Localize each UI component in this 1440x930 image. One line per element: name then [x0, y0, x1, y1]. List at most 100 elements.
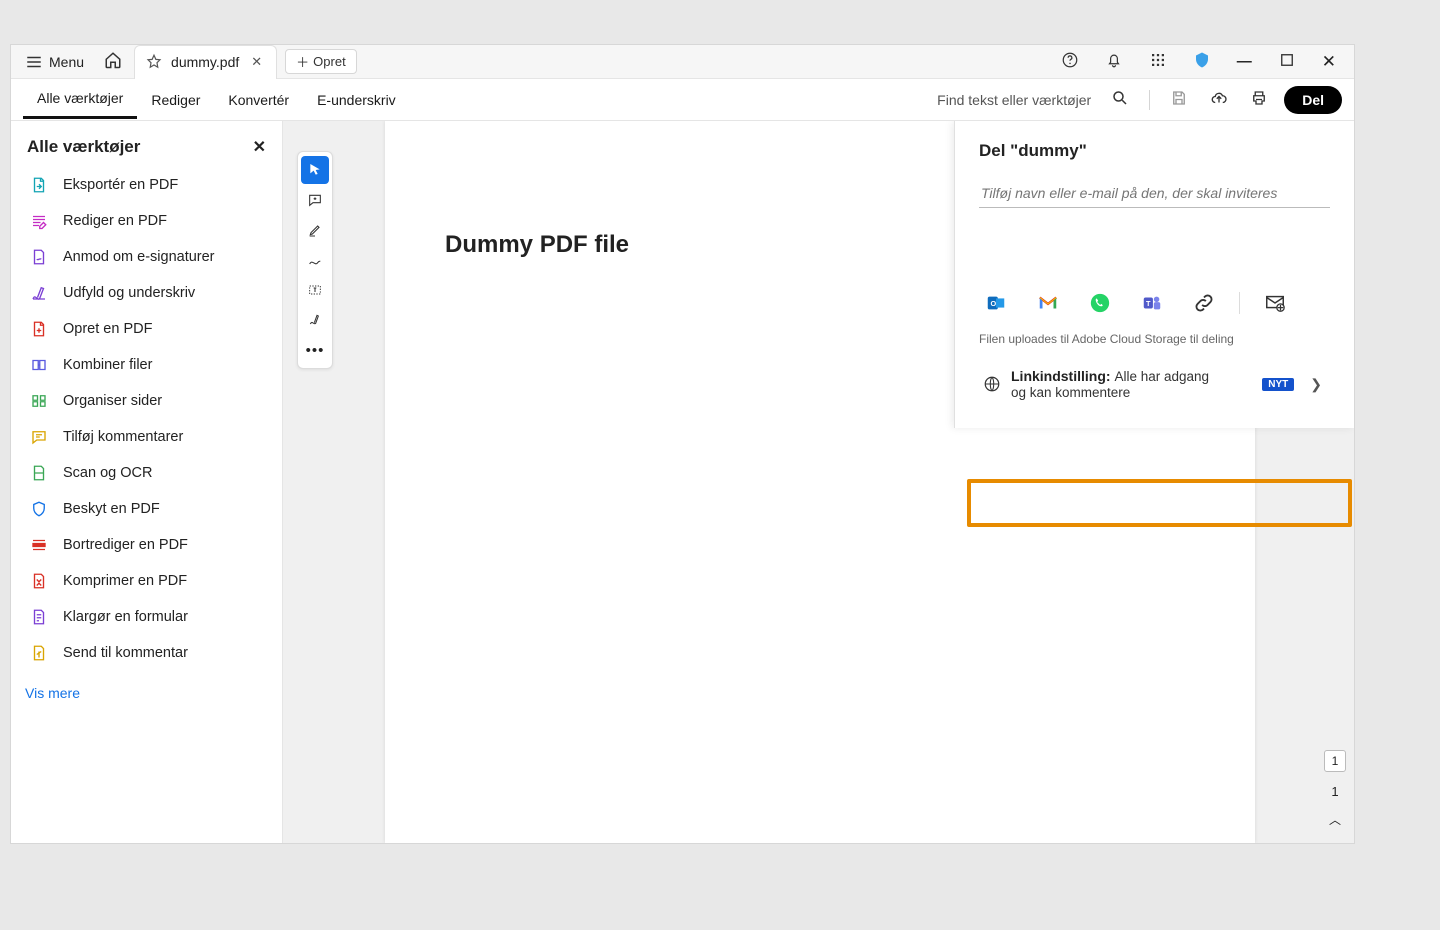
scroll-top-button[interactable]: ︿: [1329, 811, 1341, 828]
vt-more[interactable]: •••: [301, 336, 329, 364]
tool-label: Beskyt en PDF: [63, 501, 160, 517]
search-button[interactable]: [1105, 85, 1135, 114]
teams-icon: T: [1141, 292, 1163, 314]
toolbar-right: Find tekst eller værktøjer Del: [937, 85, 1342, 114]
vt-textbox[interactable]: [301, 276, 329, 304]
note-icon: [307, 192, 323, 208]
gmail-icon: [1037, 292, 1059, 314]
search-label[interactable]: Find tekst eller værktøjer: [937, 92, 1091, 108]
document-tab[interactable]: dummy.pdf ✕: [134, 45, 277, 79]
titlebar-right: — ✕: [1055, 47, 1348, 77]
share-mail-settings[interactable]: [1264, 292, 1286, 314]
maximize-icon: [1278, 51, 1296, 69]
combine-icon: [29, 355, 49, 375]
tool-label: Udfyld og underskriv: [63, 285, 195, 301]
link-setting-text: Linkindstilling: Alle har adgang og kan …: [1011, 368, 1221, 400]
new-tab-button[interactable]: ＋ Opret: [285, 49, 357, 74]
vertical-toolbar: •••: [297, 151, 333, 369]
tool-label: Tilføj kommentarer: [63, 429, 183, 445]
badge-new: NYT: [1262, 378, 1294, 391]
vt-comment[interactable]: [301, 186, 329, 214]
print-icon: [1250, 89, 1268, 107]
tool-create-pdf[interactable]: Opret en PDF: [21, 311, 272, 347]
cloud-upload-icon: [1210, 89, 1228, 107]
chevron-right-icon: ❯: [1310, 376, 1322, 393]
plus-icon: ＋: [296, 52, 309, 71]
tool-send-comment[interactable]: Send til kommentar: [21, 635, 272, 671]
show-more-link[interactable]: Vis mere: [21, 677, 84, 709]
account-button[interactable]: [1187, 47, 1217, 77]
divider: [1149, 90, 1150, 110]
redact-icon: [29, 535, 49, 555]
tool-fill-sign[interactable]: Udfyld og underskriv: [21, 275, 272, 311]
cloud-upload-button[interactable]: [1204, 85, 1234, 114]
share-upload-note: Filen uploades til Adobe Cloud Storage t…: [979, 332, 1330, 346]
home-button[interactable]: [96, 47, 130, 76]
comment-icon: [29, 427, 49, 447]
tool-label: Scan og OCR: [63, 465, 152, 481]
page-counter: 1 1 ︿: [1322, 750, 1348, 828]
tab-convert[interactable]: Konvertér: [214, 82, 303, 118]
tab-close-button[interactable]: ✕: [247, 54, 266, 70]
help-button[interactable]: [1055, 47, 1085, 77]
apps-button[interactable]: [1143, 47, 1173, 77]
save-icon: [1170, 89, 1188, 107]
textbox-icon: [307, 282, 323, 298]
tool-scan-ocr[interactable]: Scan og OCR: [21, 455, 272, 491]
tool-compress-pdf[interactable]: Komprimer en PDF: [21, 563, 272, 599]
tool-label: Rediger en PDF: [63, 213, 167, 229]
vt-select[interactable]: [301, 156, 329, 184]
link-setting-row[interactable]: Linkindstilling: Alle har adgang og kan …: [979, 356, 1330, 412]
signature-request-icon: [29, 247, 49, 267]
help-icon: [1061, 51, 1079, 69]
window-close[interactable]: ✕: [1316, 48, 1342, 76]
tool-edit-pdf[interactable]: Rediger en PDF: [21, 203, 272, 239]
app-window: Menu dummy.pdf ✕ ＋ Opret: [10, 44, 1355, 844]
menu-button[interactable]: Menu: [17, 49, 92, 75]
share-button[interactable]: Del: [1284, 86, 1342, 114]
tool-combine-files[interactable]: Kombiner filer: [21, 347, 272, 383]
share-link[interactable]: [1193, 292, 1215, 314]
tool-export-pdf[interactable]: Eksportér en PDF: [21, 167, 272, 203]
page-input[interactable]: 1: [1324, 750, 1346, 772]
vt-draw[interactable]: [301, 246, 329, 274]
tool-label: Send til kommentar: [63, 645, 188, 661]
notifications-button[interactable]: [1099, 47, 1129, 77]
save-button[interactable]: [1164, 85, 1194, 114]
tab-edit[interactable]: Rediger: [137, 82, 214, 118]
canvas: ••• Dummy PDF file Del "dummy" O T Fi: [283, 121, 1354, 843]
vt-sign[interactable]: [301, 306, 329, 334]
tool-label: Bortrediger en PDF: [63, 537, 188, 553]
window-maximize[interactable]: [1272, 47, 1302, 77]
grid-icon: [1149, 51, 1167, 69]
share-panel: Del "dummy" O T Filen uploades til Adobe…: [954, 121, 1354, 428]
share-outlook[interactable]: O: [985, 292, 1007, 314]
share-whatsapp[interactable]: [1089, 292, 1111, 314]
sidebar-close-button[interactable]: ✕: [253, 137, 266, 157]
share-icons-row: O T: [979, 288, 1330, 318]
share-teams[interactable]: T: [1141, 292, 1163, 314]
tool-organize-pages[interactable]: Organiser sider: [21, 383, 272, 419]
organize-icon: [29, 391, 49, 411]
tool-request-signatures[interactable]: Anmod om e-signaturer: [21, 239, 272, 275]
tool-label: Organiser sider: [63, 393, 162, 409]
tool-add-comments[interactable]: Tilføj kommentarer: [21, 419, 272, 455]
share-invite-input[interactable]: [979, 179, 1330, 208]
outlook-icon: O: [985, 292, 1007, 314]
share-gmail[interactable]: [1037, 292, 1059, 314]
print-button[interactable]: [1244, 85, 1274, 114]
link-setting-label: Linkindstilling:: [1011, 368, 1111, 384]
tab-filename: dummy.pdf: [171, 54, 239, 70]
tool-prepare-form[interactable]: Klargør en formular: [21, 599, 272, 635]
page-total: 1: [1331, 784, 1338, 799]
send-comment-icon: [29, 643, 49, 663]
tab-all-tools[interactable]: Alle værktøjer: [23, 80, 137, 119]
titlebar: Menu dummy.pdf ✕ ＋ Opret: [11, 45, 1354, 79]
sidebar: Alle værktøjer ✕ Eksportér en PDF Redige…: [11, 121, 283, 843]
export-icon: [29, 175, 49, 195]
window-minimize[interactable]: —: [1231, 49, 1258, 74]
vt-highlight[interactable]: [301, 216, 329, 244]
tab-esign[interactable]: E-underskriv: [303, 82, 410, 118]
tool-protect-pdf[interactable]: Beskyt en PDF: [21, 491, 272, 527]
tool-redact-pdf[interactable]: Bortrediger en PDF: [21, 527, 272, 563]
